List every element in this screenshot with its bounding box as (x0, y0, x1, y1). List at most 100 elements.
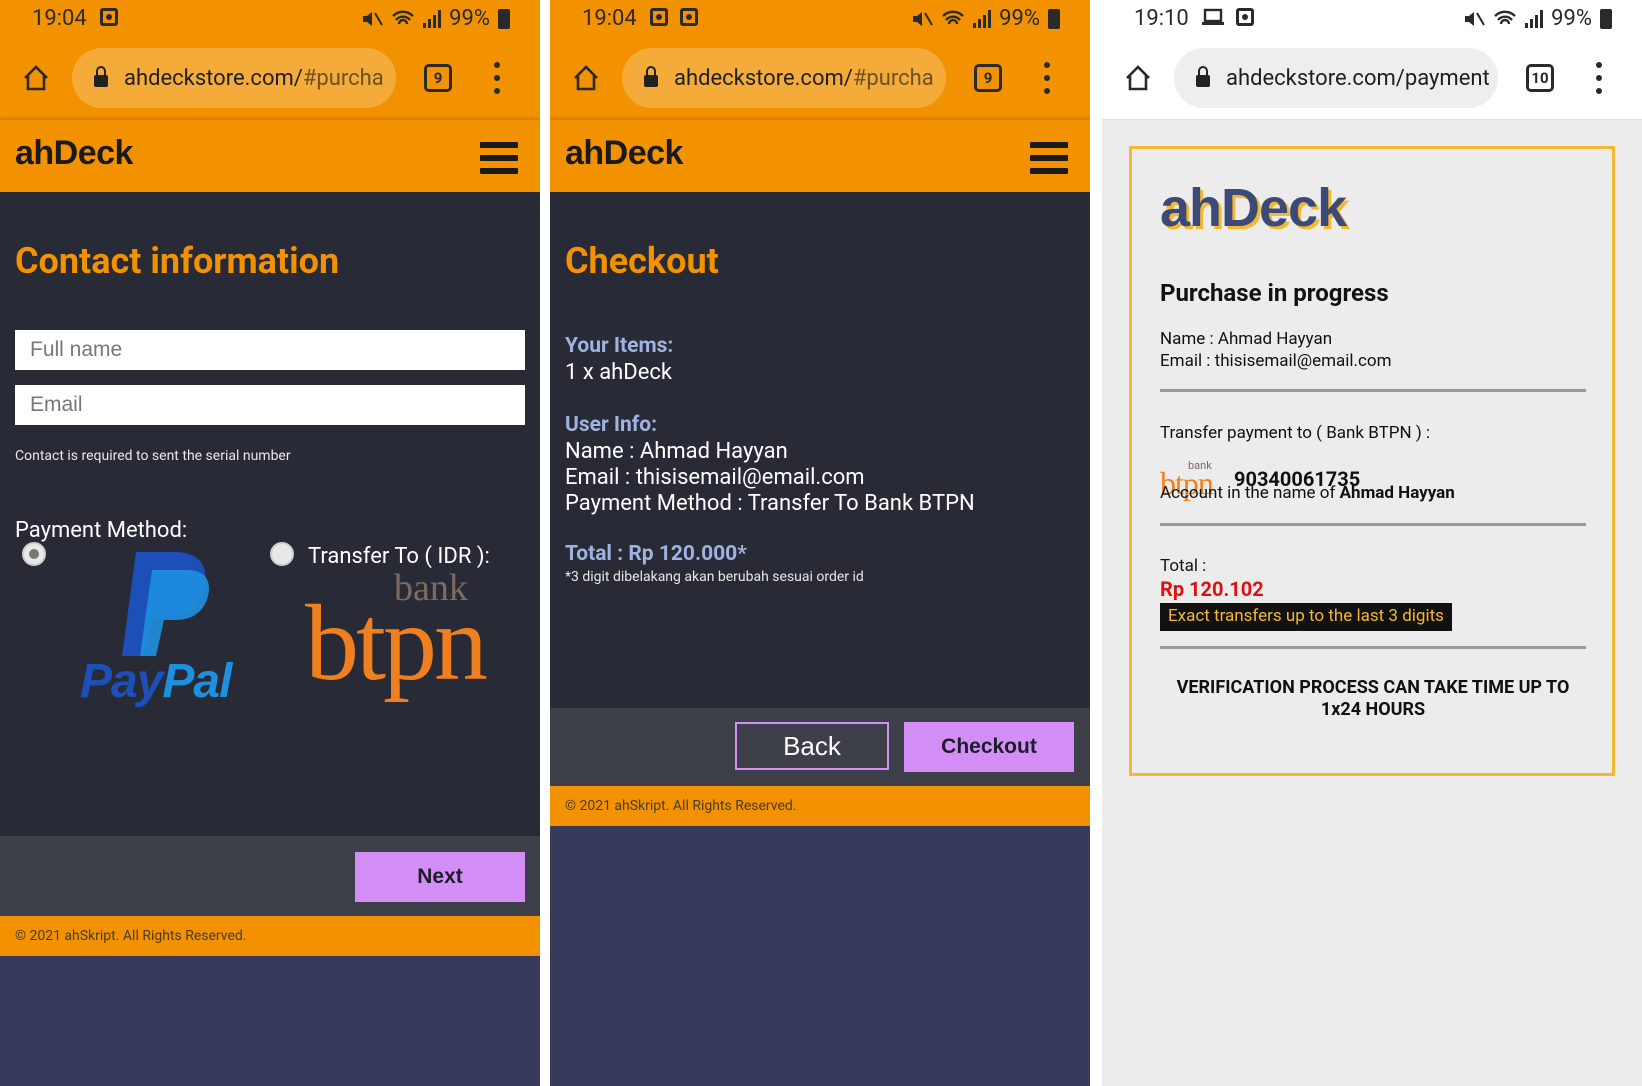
browser-toolbar: ahdeckstore.com/#purcha 9 (0, 38, 540, 120)
page-title: Contact information (15, 240, 340, 282)
paypal-logo-icon[interactable] (118, 548, 214, 660)
url-path: #purcha (302, 65, 384, 91)
laptop-icon (1202, 8, 1224, 25)
home-icon[interactable] (1124, 64, 1152, 92)
url-domain: ahdeckstore.com/ (1226, 65, 1405, 91)
url-domain: ahdeckstore.com/ (124, 65, 303, 91)
home-icon[interactable] (22, 64, 50, 92)
phone-checkout: 19:04 99% ahdeckstore.com/#purcha 9 ahDe… (550, 0, 1090, 1086)
lock-icon (644, 66, 658, 87)
receipt-logo: ahDeck (1160, 178, 1347, 238)
copyright: © 2021 ahSkript. All Rights Reserved. (550, 786, 1090, 826)
receipt-name: Name : Ahmad Hayyan (1160, 329, 1333, 349)
site-header: ahDeck (0, 120, 540, 192)
status-bar: 19:04 99% (0, 0, 540, 38)
receipt-email: Email : thisisemail@email.com (1160, 351, 1392, 371)
site-logo[interactable]: ahDeck (565, 134, 683, 173)
battery-icon (1600, 8, 1612, 29)
full-name-input[interactable] (15, 330, 525, 370)
account-name-line: Account in the name of Ahmad Hayyan (1160, 483, 1455, 503)
url-bar[interactable]: ahdeckstore.com/#purcha (72, 48, 396, 108)
mute-icon (1465, 11, 1486, 26)
contact-hint: Contact is required to sent the serial n… (15, 448, 291, 464)
lock-icon (94, 66, 108, 87)
checkout-footer: Back Checkout (550, 708, 1090, 786)
site-logo[interactable]: ahDeck (15, 134, 133, 173)
divider (1160, 389, 1586, 392)
form-footer: Next (0, 836, 540, 916)
wifi-icon (392, 10, 415, 24)
items-value: 1 x ahDeck (565, 360, 673, 385)
gallery-icon (650, 8, 668, 26)
lock-icon (1196, 66, 1210, 87)
account-name: Ahmad Hayyan (1339, 483, 1455, 503)
status-time: 19:10 (1134, 6, 1189, 31)
status-time: 19:04 (32, 6, 87, 31)
transfer-instruction: Transfer payment to ( Bank BTPN ) : (1160, 423, 1431, 443)
notification-icon (1236, 8, 1254, 26)
mute-icon (363, 11, 384, 26)
user-payment-method: Payment Method : Transfer To Bank BTPN (565, 491, 975, 516)
total-label: Total : (1160, 556, 1207, 576)
browser-toolbar: ahdeckstore.com/payment 10 (1102, 38, 1642, 120)
battery-percent: 99% (1551, 6, 1592, 31)
battery-percent: 99% (449, 6, 490, 31)
btpn-logo[interactable]: btpn (305, 582, 488, 706)
kebab-menu-icon[interactable] (494, 62, 500, 94)
exact-transfer-note: Exact transfers up to the last 3 digits (1160, 603, 1452, 631)
page-title: Checkout (565, 240, 719, 282)
receipt-title: Purchase in progress (1160, 279, 1389, 307)
hamburger-icon[interactable] (1030, 142, 1068, 174)
url-domain: ahdeckstore.com/ (674, 65, 853, 91)
phone-payment: 19:10 99% ahdeckstore.com/payment 10 ahD… (1102, 0, 1642, 1086)
wifi-icon (1494, 10, 1517, 24)
copyright: © 2021 ahSkript. All Rights Reserved. (0, 916, 540, 956)
phone-contact-information: 19:04 99% ahdeckstore.com/#purcha 9 ahDe… (0, 0, 540, 1086)
total-note: *3 digit dibelakang akan berubah sesuai … (565, 569, 864, 585)
url-bar[interactable]: ahdeckstore.com/#purcha (622, 48, 946, 108)
home-icon[interactable] (572, 64, 600, 92)
verification-note: VERIFICATION PROCESS CAN TAKE TIME UP TO… (1176, 677, 1570, 720)
paypal-radio[interactable] (22, 542, 46, 566)
url-bar[interactable]: ahdeckstore.com/payment (1174, 48, 1498, 108)
battery-icon (1048, 8, 1060, 29)
tab-count-icon[interactable]: 9 (974, 64, 1002, 92)
payment-receipt: ahDeck Purchase in progress Name : Ahmad… (1129, 146, 1615, 776)
signal-icon (423, 9, 442, 28)
signal-icon (973, 9, 992, 28)
user-info-heading: User Info: (565, 413, 658, 437)
url-path: payment (1404, 65, 1490, 91)
user-email: Email : thisisemail@email.com (565, 465, 865, 490)
signal-icon (1525, 9, 1544, 28)
tab-count-icon[interactable]: 10 (1526, 64, 1554, 92)
url-path: #purcha (852, 65, 934, 91)
checkout-button[interactable]: Checkout (904, 722, 1074, 772)
browser-toolbar: ahdeckstore.com/#purcha 9 (550, 38, 1090, 120)
notification-icon (100, 8, 118, 26)
email-input[interactable] (15, 385, 525, 425)
divider (1160, 646, 1586, 649)
hamburger-icon[interactable] (480, 142, 518, 174)
status-bar: 19:04 99% (550, 0, 1090, 38)
total-amount: Rp 120.102 (1160, 577, 1264, 601)
paypal-wordmark: PayPal (80, 655, 232, 708)
status-bar: 19:10 99% (1102, 0, 1642, 38)
tab-count-icon[interactable]: 9 (424, 64, 452, 92)
kebab-menu-icon[interactable] (1596, 62, 1602, 94)
contact-form: Contact information Contact is required … (0, 192, 540, 836)
kebab-menu-icon[interactable] (1044, 62, 1050, 94)
next-button[interactable]: Next (355, 852, 525, 902)
bank-transfer-radio[interactable] (270, 542, 294, 566)
user-name: Name : Ahmad Hayyan (565, 439, 788, 464)
notification-icon (680, 8, 698, 26)
back-button[interactable]: Back (735, 722, 889, 770)
battery-icon (498, 8, 510, 29)
battery-percent: 99% (999, 6, 1040, 31)
checkout-summary: Checkout Your Items: 1 x ahDeck User Inf… (550, 192, 1090, 708)
items-heading: Your Items: (565, 334, 674, 358)
site-header: ahDeck (550, 120, 1090, 192)
status-time: 19:04 (582, 6, 637, 31)
wifi-icon (942, 10, 965, 24)
divider (1160, 523, 1586, 526)
total-amount: Total : Rp 120.000* (565, 542, 747, 566)
